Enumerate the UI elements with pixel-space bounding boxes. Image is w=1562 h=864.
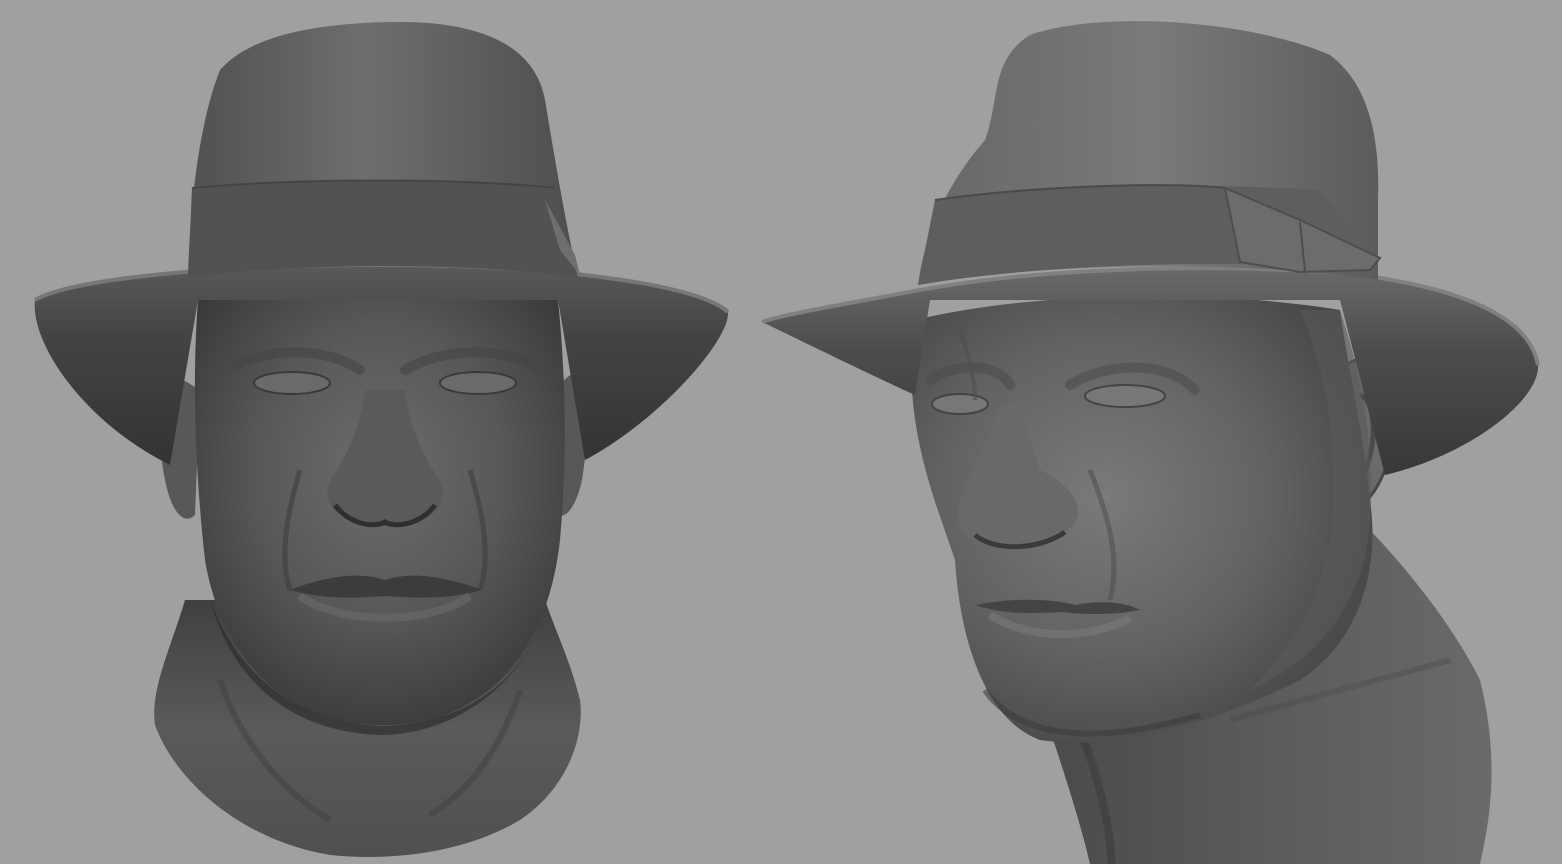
render-viewport — [0, 0, 1562, 864]
eye-left-three-quarter — [931, 393, 989, 415]
render-scene — [34, 21, 1540, 864]
eye-right-front — [439, 371, 517, 395]
eye-left-front — [253, 371, 331, 395]
hat-band-front — [188, 180, 578, 278]
head-front-view — [34, 22, 730, 857]
head-three-quarter-view — [761, 21, 1540, 864]
eye-right-three-quarter — [1084, 384, 1166, 408]
